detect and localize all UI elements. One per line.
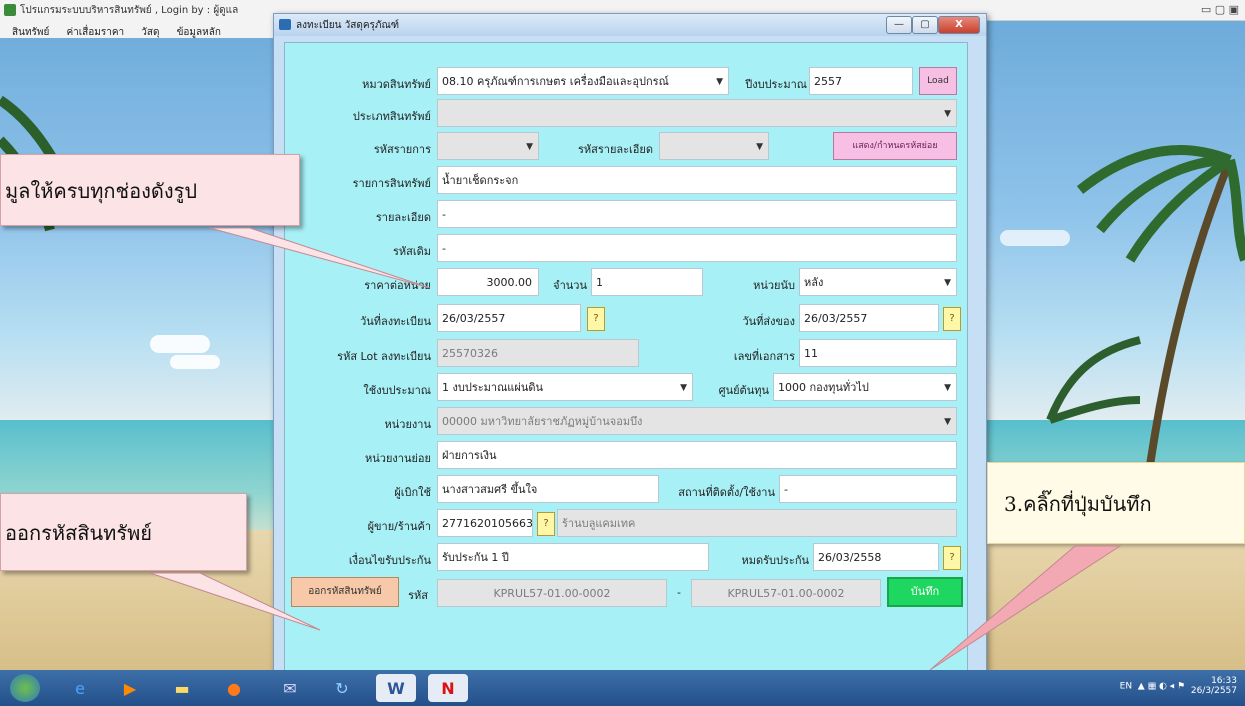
taskbar: e ▶ ▬ ● ✉ ↻ W N EN ▲ ▦ ◐ ◂ ⚑ 16:33 26/3/… — [0, 670, 1245, 706]
tray-icons: ▲ ▦ ◐ ◂ ⚑ — [1134, 681, 1188, 692]
sync-icon[interactable]: ↻ — [322, 674, 362, 702]
start-button-icon[interactable] — [10, 674, 40, 702]
folder-icon[interactable]: ▬ — [162, 674, 202, 702]
tray-clock[interactable]: 16:33 26/3/2557 — [1191, 676, 1237, 696]
callout-pointer-3 — [929, 545, 1122, 671]
clock-time: 16:33 — [1211, 676, 1237, 686]
callout-pointers — [149, 227, 1122, 671]
mail-icon[interactable]: ✉ — [270, 674, 310, 702]
media-player-icon[interactable]: ▶ — [110, 674, 150, 702]
callout-pointer-2 — [149, 572, 321, 631]
system-tray: EN ▲ ▦ ◐ ◂ ⚑ 16:33 26/3/2557 — [1120, 676, 1237, 696]
firefox-icon[interactable]: ● — [214, 674, 254, 702]
callout-pointer-1 — [209, 227, 431, 289]
word-icon[interactable]: W — [376, 674, 416, 702]
clock-date: 26/3/2557 — [1190, 686, 1237, 696]
language-indicator[interactable]: EN — [1120, 682, 1132, 692]
browser-icon[interactable]: e — [60, 674, 100, 702]
app-n-icon[interactable]: N — [428, 674, 468, 702]
